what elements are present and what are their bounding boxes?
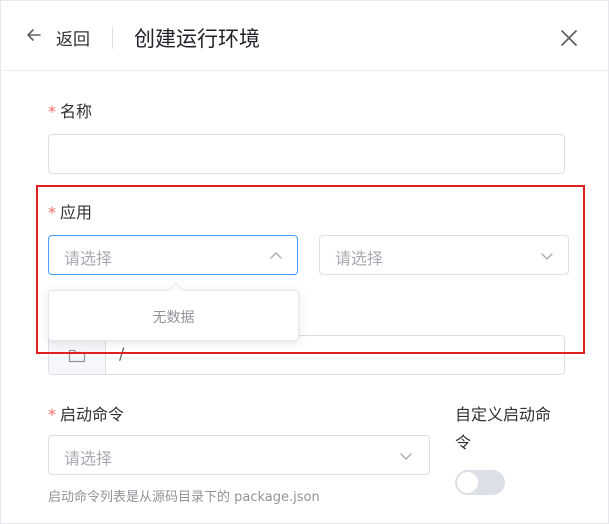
start-command-label-text: 启动命令 — [60, 405, 125, 424]
start-command-placeholder: 请选择 — [64, 449, 113, 468]
name-input[interactable] — [48, 134, 565, 174]
create-runtime-panel: 返回 创建运行环境 * 名称 * 应用 请选择 请选择 / 无数据 * 启动命令… — [0, 0, 609, 524]
chevron-down-icon — [399, 448, 413, 462]
arrow-left-icon — [24, 25, 44, 49]
required-mark: * — [48, 405, 56, 424]
name-label-text: 名称 — [60, 102, 93, 121]
header-divider — [112, 27, 113, 49]
close-icon[interactable] — [558, 27, 580, 49]
header: 返回 创建运行环境 — [1, 1, 608, 71]
custom-start-command-switch[interactable] — [455, 470, 505, 495]
back-button[interactable]: 返回 — [24, 25, 90, 50]
back-label: 返回 — [56, 29, 90, 50]
required-mark: * — [48, 102, 56, 121]
start-command-label: * 启动命令 — [48, 401, 124, 425]
highlight-box — [36, 185, 585, 354]
name-label: * 名称 — [48, 98, 92, 122]
switch-knob — [457, 472, 478, 493]
page-title: 创建运行环境 — [134, 27, 260, 51]
start-command-select[interactable]: 请选择 — [48, 435, 430, 475]
start-command-hint: 启动命令列表是从源码目录下的 package.json — [48, 490, 320, 505]
custom-start-command-label: 自定义启动命令 — [455, 405, 552, 452]
